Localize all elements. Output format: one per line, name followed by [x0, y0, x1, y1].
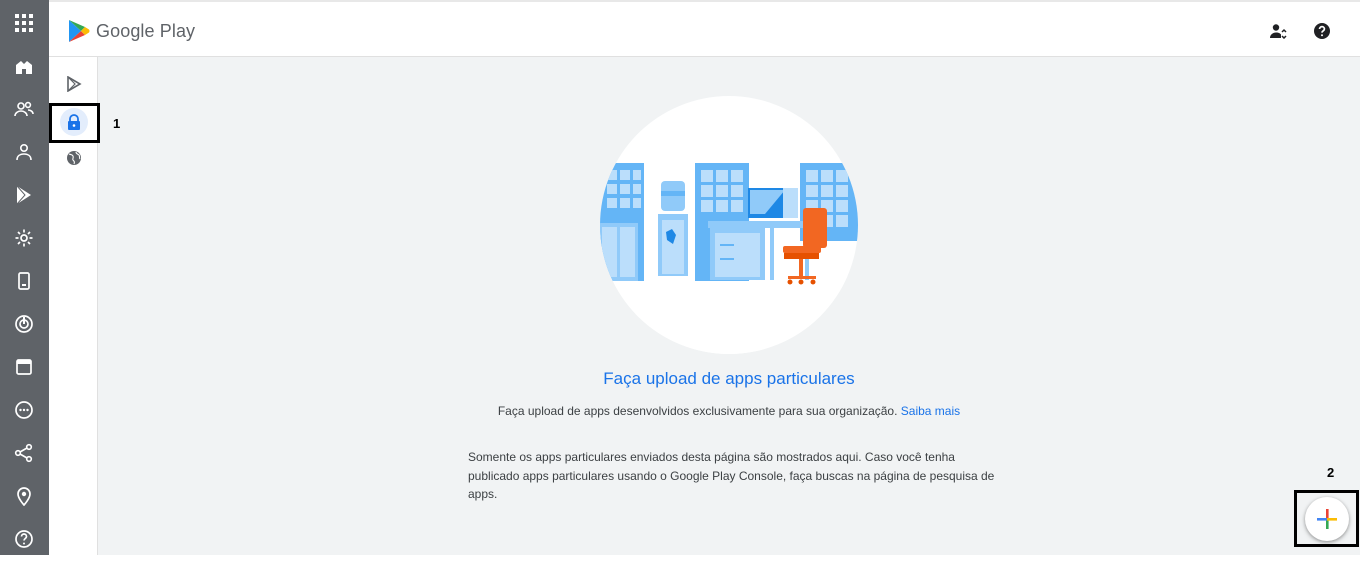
annotation-label-1: 1 [113, 116, 121, 131]
play-store-icon[interactable] [62, 72, 86, 96]
help-circle-icon[interactable] [12, 527, 36, 551]
groups-icon[interactable] [12, 97, 36, 121]
empty-state-subtitle-text: Faça upload de apps desenvolvidos exclus… [497, 404, 898, 418]
google-play-logo[interactable]: Google Play [68, 19, 195, 43]
empty-state-subtitle: Faça upload de apps desenvolvidos exclus… [98, 404, 1360, 418]
admin-rail [0, 0, 49, 561]
security-icon[interactable] [12, 312, 36, 336]
user-icon[interactable] [12, 140, 36, 164]
device-icon[interactable] [12, 269, 36, 293]
main-content: Faça upload de apps particulares Faça up… [98, 57, 1360, 555]
annotation-box-1 [49, 103, 100, 143]
learn-more-link[interactable]: Saiba mais [901, 404, 960, 418]
share-icon[interactable] [12, 441, 36, 465]
support-icon[interactable] [12, 398, 36, 422]
annotation-label-2: 2 [1327, 465, 1335, 480]
bottom-strip [0, 555, 1366, 561]
office-illustration [600, 96, 858, 354]
calendar-icon[interactable] [12, 355, 36, 379]
location-icon[interactable] [12, 484, 36, 508]
manage-account-icon[interactable] [1268, 20, 1290, 42]
google-play-logo-icon [69, 20, 90, 42]
top-header: Google Play [49, 0, 1360, 57]
settings-icon[interactable] [12, 226, 36, 250]
annotation-box-2 [1294, 490, 1359, 547]
empty-state-title: Faça upload de apps particulares [603, 369, 855, 388]
dashboard-icon[interactable] [12, 54, 36, 78]
empty-state-note: Somente os apps particulares enviados de… [468, 450, 995, 501]
help-icon[interactable] [1311, 20, 1333, 42]
globe-icon[interactable] [62, 146, 86, 170]
play-icon[interactable] [12, 183, 36, 207]
apps-grid-icon[interactable] [12, 11, 36, 35]
brand-name: Google Play [96, 20, 196, 41]
